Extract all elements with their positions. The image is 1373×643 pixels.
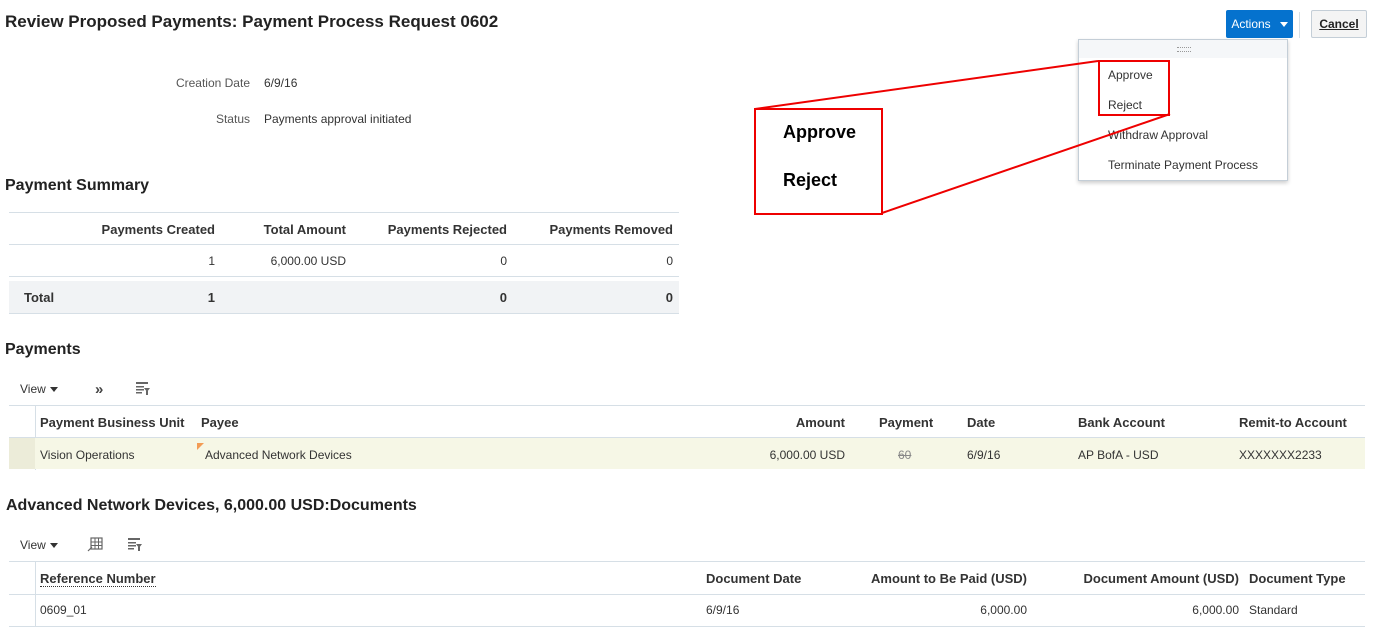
summary-cell-payments-removed: 0	[666, 254, 673, 268]
chevron-down-icon	[49, 543, 58, 549]
freeze-columns-icon[interactable]: »	[95, 381, 103, 398]
callout-box: Approve Reject	[754, 108, 883, 215]
summary-cell-total-amount: 6,000.00 USD	[270, 254, 346, 268]
summary-col-payments-rejected: Payments Rejected	[387, 222, 507, 237]
payment-summary-heading: Payment Summary	[5, 177, 150, 194]
summary-total-label: Total	[24, 290, 55, 305]
chevron-down-icon	[49, 387, 58, 393]
payments-cell-business-unit: Vision Operations	[40, 448, 135, 462]
freeze-icon[interactable]	[87, 537, 103, 552]
payments-col-amount[interactable]: Amount	[700, 415, 845, 430]
documents-col-document-type[interactable]: Document Type	[1249, 571, 1346, 586]
row-selector[interactable]	[9, 438, 35, 469]
summary-top-border	[9, 212, 679, 213]
documents-cell-date: 6/9/16	[706, 603, 740, 617]
payments-col-date[interactable]: Date	[967, 415, 995, 430]
payments-cell-amount: 6,000.00 USD	[769, 448, 845, 462]
documents-row-border	[9, 626, 1365, 627]
changed-indicator-icon	[197, 443, 204, 450]
summary-header-border	[9, 244, 679, 245]
payments-col-business-unit[interactable]: Payment Business Unit	[40, 415, 185, 430]
payments-cell-payment[interactable]: 60	[898, 448, 911, 462]
documents-cell-document-amount: 6,000.00	[1192, 603, 1239, 617]
payments-cell-date: 6/9/16	[967, 448, 1001, 462]
summary-total-payments-created: 1	[207, 290, 215, 305]
documents-cell-reference: 0609_01	[40, 603, 87, 617]
creation-date-label: Creation Date	[175, 76, 250, 90]
callout-lines	[754, 60, 1171, 214]
payments-col-remit-to-account[interactable]: Remit-to Account	[1239, 415, 1347, 430]
payments-heading: Payments	[5, 341, 81, 358]
detach-table-icon[interactable]	[127, 537, 143, 552]
payments-cell-bank-account: AP BofA - USD	[1078, 448, 1159, 462]
status-value: Payments approval initiated	[264, 112, 412, 126]
documents-col-reference-number[interactable]: Reference Number	[40, 571, 156, 587]
summary-col-payments-created: Payments Created	[101, 222, 215, 237]
payments-col-payment[interactable]: Payment	[879, 415, 933, 430]
summary-cell-payments-created: 1	[208, 254, 215, 268]
documents-view-menu[interactable]: View	[20, 538, 58, 552]
summary-col-total-amount: Total Amount	[263, 222, 346, 237]
summary-total-payments-removed: 0	[665, 290, 673, 305]
documents-heading: Advanced Network Devices, 6,000.00 USD:D…	[6, 497, 417, 514]
callout-approve-label: Approve	[783, 122, 857, 142]
payments-view-label: View	[20, 382, 46, 396]
documents-view-label: View	[20, 538, 46, 552]
documents-col-document-date[interactable]: Document Date	[706, 571, 801, 586]
payments-cell-payee: Advanced Network Devices	[205, 448, 352, 462]
summary-cell-payments-rejected: 0	[500, 254, 507, 268]
callout-reject-label: Reject	[783, 170, 838, 190]
summary-col-payments-removed: Payments Removed	[549, 222, 673, 237]
documents-cell-type: Standard	[1249, 603, 1298, 617]
documents-cell-amount-paid: 6,000.00	[980, 603, 1027, 617]
documents-top-border	[9, 561, 1365, 562]
documents-col-amount-to-be-paid[interactable]: Amount to Be Paid (USD)	[850, 571, 1027, 586]
payments-col-bank-account[interactable]: Bank Account	[1078, 415, 1165, 430]
payments-top-border	[9, 405, 1365, 406]
summary-row-border	[9, 276, 679, 277]
payments-cell-remit-to-account: XXXXXXX2233	[1239, 448, 1322, 462]
payments-col-payee[interactable]: Payee	[201, 415, 239, 430]
summary-total-payments-rejected: 0	[499, 290, 507, 305]
payments-view-menu[interactable]: View	[20, 382, 58, 396]
creation-date-value: 6/9/16	[264, 76, 298, 90]
documents-col-document-amount[interactable]: Document Amount (USD)	[1060, 571, 1239, 586]
detach-table-icon[interactable]	[135, 381, 151, 396]
status-label: Status	[215, 112, 250, 126]
